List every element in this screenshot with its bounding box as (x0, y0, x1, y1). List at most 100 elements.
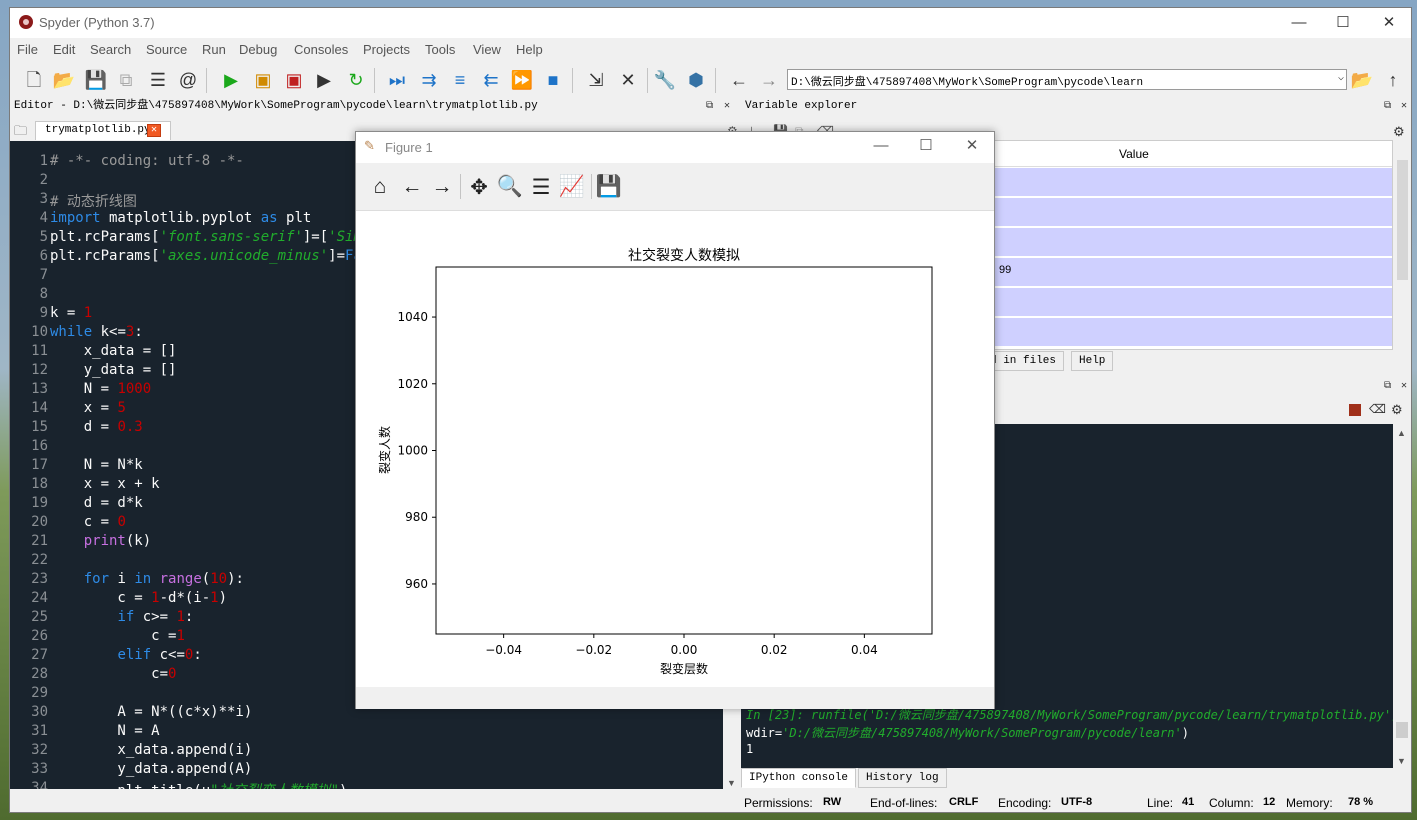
options-gear-icon[interactable]: ⚙ (1393, 124, 1405, 140)
figure-minimize-button[interactable]: — (858, 132, 904, 160)
new-file-icon[interactable]: 🗋 (22, 69, 46, 91)
column-label: Column: (1209, 796, 1254, 810)
run-icon[interactable]: ▶ (219, 69, 243, 91)
scroll-up-icon[interactable]: ▲ (1397, 428, 1406, 438)
parent-directory-icon[interactable]: ↑ (1381, 69, 1405, 91)
menu-edit[interactable]: Edit (53, 42, 75, 57)
close-button[interactable]: ✕ (1366, 8, 1411, 38)
open-file-icon[interactable]: 📂 (52, 69, 76, 91)
menu-debug[interactable]: Debug (239, 42, 277, 57)
close-pane-icon[interactable]: ✕ (724, 97, 730, 116)
debug-icon[interactable]: ⏭ (385, 69, 409, 91)
line-number: 3 (39, 191, 48, 207)
menu-view[interactable]: View (473, 42, 501, 57)
line-number: 1 (39, 153, 48, 169)
undock-icon[interactable]: ⧉ (1384, 97, 1391, 116)
tab-trymatplotlib[interactable]: trymatplotlib.py ✕ (35, 121, 171, 140)
stop-console-icon[interactable] (1349, 404, 1361, 416)
undock-icon[interactable]: ⧉ (1384, 377, 1391, 396)
run-cell-advance-icon[interactable]: ▣ (282, 69, 306, 91)
line-number: 14 (31, 400, 48, 416)
line-number: 20 (31, 514, 48, 530)
menu-source[interactable]: Source (146, 42, 187, 57)
line-number: 31 (31, 723, 48, 739)
line-number: 28 (31, 666, 48, 682)
browse-folder-icon[interactable]: 📂 (1350, 69, 1374, 91)
line-number: 32 (31, 742, 48, 758)
menu-search[interactable]: Search (90, 42, 131, 57)
list-symbols-icon[interactable]: ☰ (146, 69, 170, 91)
line-number: 19 (31, 495, 48, 511)
run-cell-icon[interactable]: ▣ (251, 69, 275, 91)
close-tab-icon[interactable]: ✕ (147, 124, 161, 137)
zoom-icon[interactable]: 🔍 (496, 174, 524, 200)
options-gear-icon[interactable]: ⚙ (1391, 402, 1403, 418)
code-line: N = A (50, 723, 160, 739)
code-line: d = d*k (50, 495, 143, 511)
pan-icon[interactable]: ✥ (465, 174, 493, 200)
menu-consoles[interactable]: Consoles (294, 42, 348, 57)
stop-debug-icon[interactable]: ■ (541, 69, 565, 91)
tab-help[interactable]: Help (1071, 351, 1114, 371)
scroll-down-icon[interactable]: ▼ (1397, 756, 1406, 766)
maximize-pane-icon[interactable]: ⇲ (584, 69, 608, 91)
line-number: 5 (39, 229, 48, 245)
close-pane-icon[interactable]: ✕ (1401, 377, 1407, 396)
menu-file[interactable]: File (17, 42, 38, 57)
continue-icon[interactable]: ⏩ (510, 69, 534, 91)
forward-arrow-icon[interactable]: → (428, 174, 456, 200)
fullscreen-icon[interactable]: ✕ (616, 69, 640, 91)
preferences-icon[interactable]: @ (176, 69, 200, 91)
menu-tools[interactable]: Tools (425, 42, 455, 57)
back-arrow-icon[interactable]: ← (398, 174, 426, 200)
x-tick-label: 0.02 (761, 643, 788, 657)
variable-scrollbar[interactable] (1394, 140, 1411, 350)
figure-close-button[interactable]: ✕ (949, 132, 995, 160)
home-icon[interactable]: ⌂ (366, 174, 394, 200)
clear-console-icon[interactable]: ⌫ (1369, 402, 1386, 416)
save-figure-icon[interactable]: 💾 (595, 174, 623, 200)
toolbar-separator (647, 68, 648, 93)
preferences-wrench-icon[interactable]: 🔧 (653, 69, 677, 91)
undock-icon[interactable]: ⧉ (706, 97, 713, 116)
line-number: 22 (31, 552, 48, 568)
run-selection-icon[interactable]: ▶ (312, 69, 336, 91)
close-pane-icon[interactable]: ✕ (1401, 97, 1407, 116)
menu-help[interactable]: Help (516, 42, 543, 57)
tab-ipython-console[interactable]: IPython console (741, 768, 857, 788)
menu-run[interactable]: Run (202, 42, 226, 57)
save-icon[interactable]: 💾 (84, 69, 108, 91)
menu-projects[interactable]: Projects (363, 42, 410, 57)
code-line: c = 0 (50, 514, 126, 530)
main-toolbar: 🗋 📂 💾 ⧉ ☰ @ ▶ ▣ ▣ ▶ ↻ ⏭ ⇉ ≡ ⇇ ⏩ ■ ⇲ ✕ 🔧 … (10, 63, 1411, 97)
code-line: x_data = [] (50, 343, 177, 359)
step-into-icon[interactable]: ≡ (448, 69, 472, 91)
chart-canvas[interactable]: 社交裂变人数模拟 −0.04 −0.02 0.00 0.02 0.04 960 980 10… (356, 212, 994, 687)
scroll-down-icon[interactable]: ▼ (727, 778, 736, 788)
back-arrow-icon[interactable]: ← (727, 69, 751, 91)
console-scrollbar[interactable]: ▲ ▼ (1393, 424, 1411, 768)
forward-arrow-icon[interactable]: → (757, 69, 781, 91)
scroll-thumb[interactable] (1396, 722, 1408, 738)
code-line: x = 5 (50, 400, 126, 416)
working-directory-combo[interactable]: D:\微云同步盘\475897408\MyWork\SomeProgram\py… (787, 69, 1347, 90)
code-line: c = 1-d*(i-1) (50, 590, 228, 606)
figure-toolbar: ⌂ ← → ✥ 🔍 ☰ 📈 💾 (356, 163, 994, 211)
save-all-icon[interactable]: ⧉ (114, 69, 138, 91)
maximize-button[interactable]: ☐ (1320, 8, 1366, 38)
python-path-icon[interactable]: ⬢ (684, 69, 708, 91)
line-number: 7 (39, 267, 48, 283)
step-return-icon[interactable]: ⇇ (479, 69, 503, 91)
figure-maximize-button[interactable]: ☐ (903, 132, 949, 160)
scroll-thumb[interactable] (1397, 160, 1408, 280)
tab-history-log[interactable]: History log (858, 768, 947, 788)
minimize-button[interactable]: — (1276, 8, 1322, 38)
edit-axis-icon[interactable]: 📈 (558, 174, 586, 200)
chevron-down-icon[interactable]: ⌵ (1338, 72, 1344, 84)
step-icon[interactable]: ⇉ (417, 69, 441, 91)
value-column-header[interactable]: Value (1119, 147, 1149, 161)
line-number: 21 (31, 533, 48, 549)
encoding-label: Encoding: (998, 796, 1052, 810)
subplots-config-icon[interactable]: ☰ (527, 174, 555, 200)
rerun-icon[interactable]: ↻ (344, 69, 368, 91)
